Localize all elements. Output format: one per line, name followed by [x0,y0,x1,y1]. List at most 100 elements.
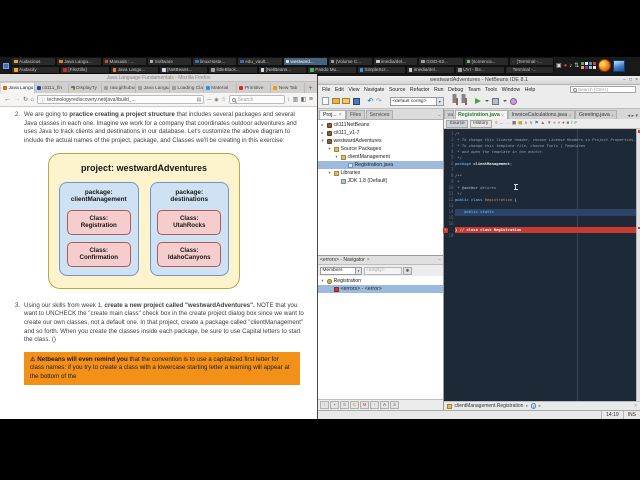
menu-tools[interactable]: Tools [485,87,497,93]
close-breadcrumb-icon[interactable]: × [634,403,637,409]
site-info-icon[interactable]: ⓘ [40,96,46,104]
menu-navigate[interactable]: Navigate [364,87,384,93]
close-icon[interactable]: × [339,112,342,118]
menu-icon[interactable]: ≡ [309,96,313,103]
prev-bookmark-icon[interactable]: ∧ [524,121,527,126]
browser-tab[interactable]: Material [204,83,238,93]
tree-item[interactable]: ▾ clientManagement [318,153,443,161]
close-tab-icon[interactable]: × [611,113,614,118]
show-desktop-button[interactable] [0,57,11,74]
macro-record-icon[interactable]: ● [562,121,565,126]
pocket-icon[interactable]: — [207,97,212,103]
shift-right-icon[interactable]: » [558,121,561,126]
workspace-cluster-icon[interactable] [581,62,596,69]
run-dropdown-icon[interactable] [484,100,490,102]
editor-tab[interactable]: Registration.java × [454,110,508,119]
bookmark-star-icon[interactable]: ☆ [221,97,226,103]
tab-services[interactable]: Services [365,110,394,119]
redo-icon[interactable]: ↷ [376,98,382,105]
show-non-public-icon[interactable]: ◦ [370,400,379,410]
menu-team[interactable]: Team [468,87,481,93]
macro-stop-icon[interactable]: ■ [567,121,570,126]
uncomment-icon[interactable]: # [574,121,577,126]
taskbar-window-button[interactable]: GISD-62... [418,57,464,66]
menu-view[interactable]: View [348,87,359,93]
firefox-launcher-icon[interactable] [597,59,611,72]
taskbar-window-button[interactable]: imedia/del... [373,57,419,66]
shift-left-icon[interactable]: « [553,121,556,126]
browser-tab[interactable]: New Tab [271,83,306,93]
new-tab-button[interactable]: + [305,83,316,93]
browser-tab[interactable]: Primitive [237,83,272,93]
library-icon[interactable]: ▥ [293,97,299,103]
expander-icon[interactable]: ▸ [320,130,325,136]
debug-dropdown-icon[interactable] [502,100,508,102]
last-edit-icon[interactable]: ◊ [495,121,497,126]
navigator-filter-input[interactable]: <empty> [363,266,402,275]
taskbar-window-button[interactable]: Pando Mu... [307,65,357,74]
reader-mode-icon[interactable]: ▤ [197,97,202,103]
expander-icon[interactable]: ▸ [320,122,325,128]
tree-item[interactable]: JDK 1.8 (Default) [318,177,443,185]
netbeans-title-bar[interactable]: westwardAdventures - NetBeans IDE 8.1 − … [318,76,640,85]
menu-help[interactable]: Help [525,87,536,93]
next-error-icon[interactable]: ▼ [547,121,552,126]
expander-icon[interactable]: ▾ [327,146,332,152]
maximize-icon[interactable]: □ [629,76,632,85]
navigator-settings-button[interactable]: ✱ [403,266,412,275]
tree-item[interactable]: ▸ cit111NetBeans [318,121,443,129]
tree-item[interactable]: ▾ Libraries [318,169,443,177]
close-icon[interactable]: × [367,257,370,263]
info-icon[interactable]: i [530,403,537,409]
close-tab-icon[interactable]: × [569,113,572,118]
downloads-icon[interactable]: ↓ [287,97,290,103]
reload-icon[interactable]: ↻ [23,97,28,103]
cube-launcher-icon[interactable] [612,59,625,72]
expander-icon[interactable]: ▾ [327,170,332,176]
taskbar-window-button[interactable]: Java Langu... [109,65,160,74]
tracking-shield-icon[interactable]: ◉ [214,97,218,103]
browser-tab[interactable]: Java Languag [136,83,170,93]
taskbar-window-button[interactable]: Terminal -... [504,65,554,74]
editor-tab[interactable]: InvoiceCalculations.java × [508,110,575,119]
expander-icon[interactable]: ▾ [334,154,339,160]
show-fields-icon[interactable]: ▪ [330,400,339,410]
taskbar-window-button[interactable]: UVI - file... [455,65,505,74]
minimize-icon[interactable]: − [623,76,626,85]
network-tray-icon[interactable]: ⇅ [574,63,579,69]
menu-source[interactable]: Source [389,87,405,93]
config-combo[interactable]: <default config> ▾ [389,96,444,106]
close-icon[interactable]: × [635,76,638,85]
forward-icon[interactable]: → [506,121,511,126]
sort-source-icon[interactable]: ≡ [390,400,399,410]
sound-tray-icon[interactable]: ♪ [569,63,572,69]
taskbar-window-button[interactable]: Audacity [11,65,61,74]
find-selection-icon[interactable]: ▣ [512,121,516,126]
taskbar-window-button[interactable]: Audacious [11,57,57,66]
tree-item[interactable]: ▾ westwardAdventures [318,137,443,145]
tree-item[interactable]: ▸ cit111_v1-7 [318,129,443,137]
run-project-icon[interactable] [475,98,482,104]
tree-item[interactable]: Registration.java [318,161,443,169]
sort-alpha-icon[interactable]: A [380,400,389,410]
tree-item[interactable]: ▾ Registration [318,277,443,285]
expander-icon[interactable]: ▾ [320,278,325,284]
show-static-members-icon[interactable]: S [340,400,349,410]
error-badge-icon[interactable]: ! [443,227,448,233]
new-project-icon[interactable] [331,98,340,104]
show-constructors-icon[interactable]: C [350,400,359,410]
debug-project-icon[interactable] [492,97,500,105]
members-view-combo[interactable]: Members ▾ [320,266,362,275]
taskbar-window-button[interactable]: [Terminal -... [508,57,554,66]
taskbar-window-button[interactable]: (Volume C... [327,57,373,66]
sidebar-icon[interactable]: ◧ [301,97,307,103]
taskbar-window-button[interactable]: westward... [282,57,328,66]
tab-files[interactable]: Files [346,110,366,119]
next-bookmark-icon[interactable]: ∨ [529,121,532,126]
taskbar-window-button[interactable]: linuxHoste... [192,57,238,66]
taskbar-window-button[interactable]: Software [146,57,192,66]
browser-tab[interactable]: raw.githubus [102,83,137,93]
close-tab-icon[interactable]: × [501,113,504,118]
open-project-icon[interactable] [342,98,350,104]
comment-icon[interactable]: / [571,121,572,126]
